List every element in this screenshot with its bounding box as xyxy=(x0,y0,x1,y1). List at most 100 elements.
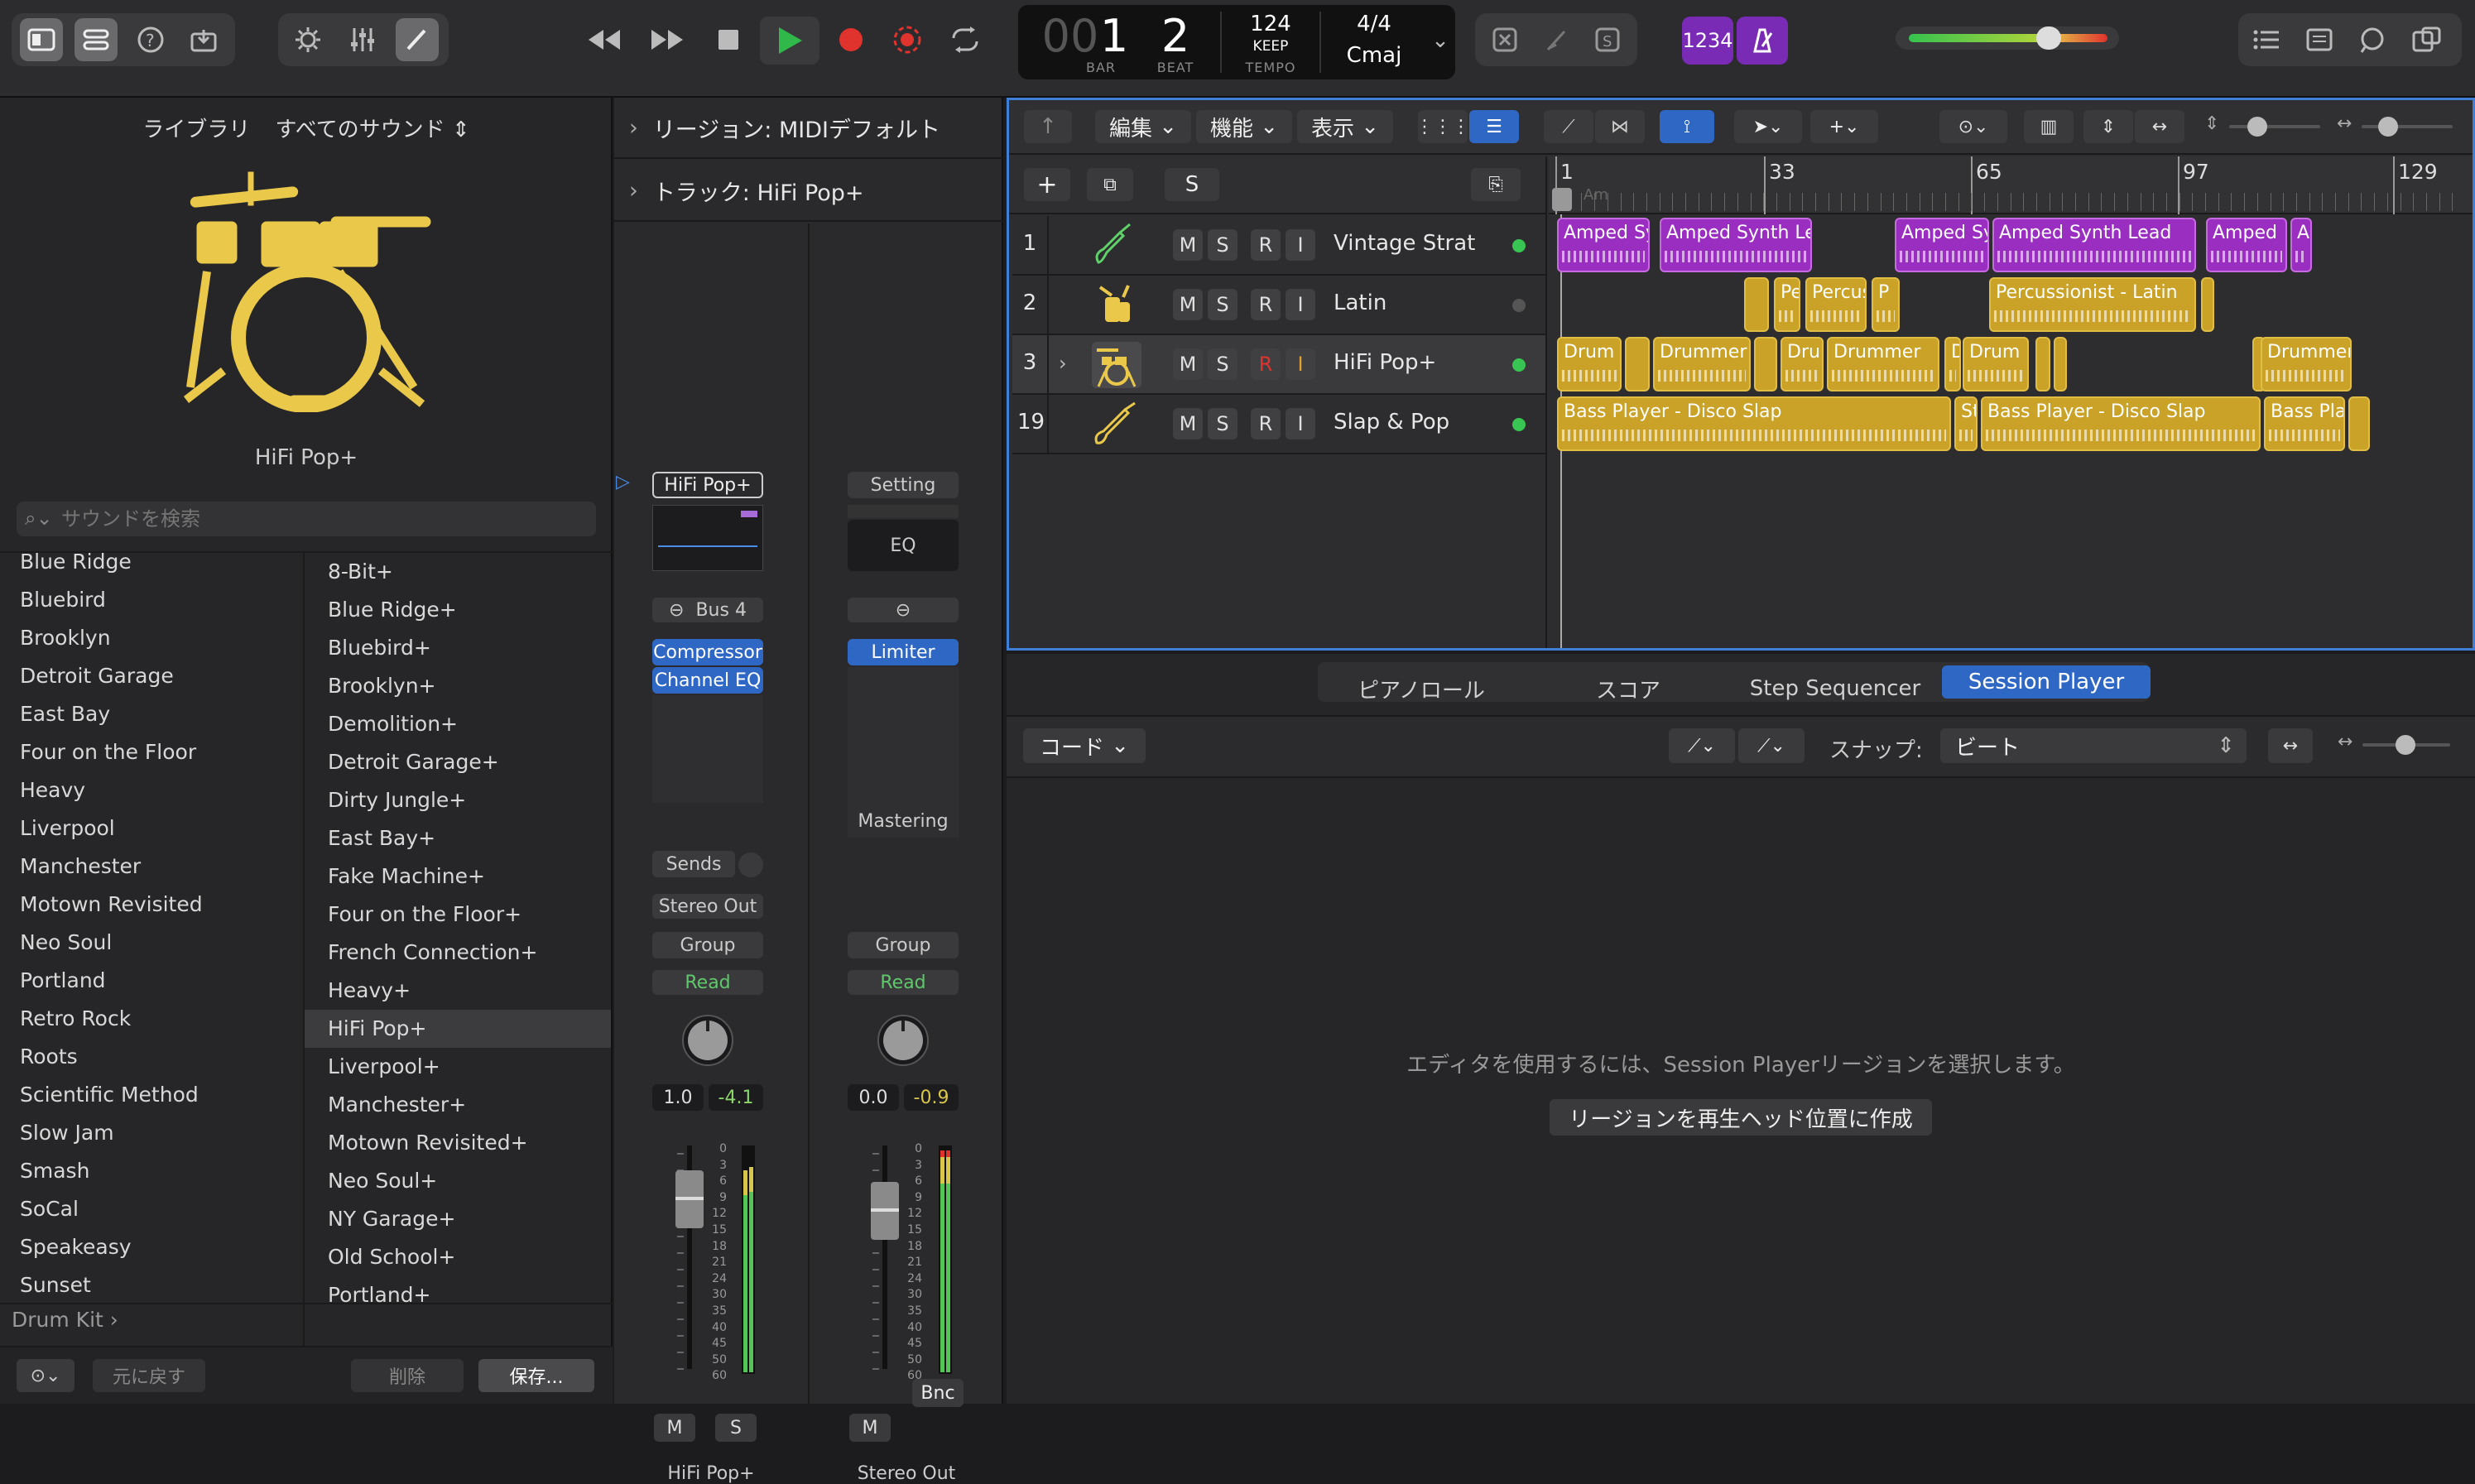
track-m-button[interactable]: M xyxy=(1173,289,1203,320)
strip2-bounce-button[interactable]: Bnc xyxy=(912,1379,964,1407)
region-unnamed[interactable] xyxy=(2035,337,2050,391)
track-name[interactable]: Vintage Strat xyxy=(1334,231,1475,256)
strip1-sends-button[interactable]: Sends xyxy=(652,851,735,877)
library-category-item[interactable]: Blue Ridge xyxy=(20,553,132,574)
library-patch-item[interactable]: Blue Ridge+ xyxy=(305,591,611,629)
strip1-plugin-slot-2[interactable]: Channel EQ xyxy=(652,667,763,694)
play-button[interactable] xyxy=(760,17,819,65)
library-patch-item[interactable]: French Connection+ xyxy=(305,934,611,972)
region[interactable]: Percussionist - Latin xyxy=(1989,277,2196,332)
inspector-toggle-icon[interactable] xyxy=(74,18,118,61)
fit-horizontal-icon[interactable]: ↔ xyxy=(2135,110,2184,143)
region[interactable]: Drum xyxy=(1963,337,2029,391)
strip2-pan-value[interactable]: 0.0 xyxy=(848,1084,899,1111)
library-patch-item[interactable]: Bluebird+ xyxy=(305,629,611,667)
strip1-empty-plugin-slots[interactable] xyxy=(652,695,763,803)
track-inspector-header[interactable]: › トラック: HiFi Pop+ xyxy=(614,161,1003,222)
drumkit-icon[interactable] xyxy=(1092,342,1141,388)
library-category-item[interactable]: Scientific Method xyxy=(20,1083,199,1107)
slider-knob[interactable] xyxy=(2247,117,2267,137)
region[interactable]: Amped Sy xyxy=(1895,218,1989,272)
library-category-item[interactable]: Sunset xyxy=(20,1273,91,1297)
library-category-item[interactable]: Portland xyxy=(20,968,106,992)
track-i-button[interactable]: I xyxy=(1286,289,1315,320)
region[interactable]: Drummer xyxy=(1653,337,1751,391)
region[interactable]: Drummer xyxy=(2261,337,2352,391)
delete-button[interactable]: 削除 xyxy=(351,1359,464,1392)
track-i-button[interactable]: I xyxy=(1286,348,1315,380)
bar-ruler[interactable]: 1 33 65 97 129 Am xyxy=(1549,156,2473,214)
track-i-button[interactable]: I xyxy=(1286,229,1315,261)
library-patch-item[interactable]: HiFi Pop+ xyxy=(305,1010,611,1048)
create-region-button[interactable]: リージョンを再生ヘッド位置に作成 xyxy=(1550,1099,1932,1136)
region-unnamed[interactable] xyxy=(2054,337,2067,391)
library-category-item[interactable]: Detroit Garage xyxy=(20,664,174,688)
library-patch-item[interactable]: Motown Revisited+ xyxy=(305,1124,611,1162)
region-unnamed[interactable] xyxy=(2348,396,2370,451)
library-footer-path[interactable]: Drum Kit › xyxy=(12,1308,118,1332)
editors-pencil-icon[interactable] xyxy=(396,18,439,61)
library-category-item[interactable]: Retro Rock xyxy=(20,1006,131,1030)
track-r-button[interactable]: R xyxy=(1251,348,1281,380)
library-category-item[interactable]: East Bay xyxy=(20,702,110,726)
stop-icon[interactable] xyxy=(705,18,752,61)
track-r-button[interactable]: R xyxy=(1251,289,1281,320)
region[interactable]: Amped Synth Lead xyxy=(1992,218,2196,272)
strip2-mastering-label[interactable]: Mastering xyxy=(848,811,959,832)
loop-browser-icon[interactable] xyxy=(2351,18,2394,61)
pencil-tool-icon[interactable]: ⟋⌄ xyxy=(1669,728,1735,763)
slider-knob[interactable] xyxy=(2396,735,2415,755)
strip1-solo-button[interactable]: S xyxy=(715,1414,757,1442)
save-button[interactable]: 保存... xyxy=(478,1359,594,1392)
fit-vertical-icon[interactable]: ⇕ xyxy=(2083,110,2133,143)
metronome-icon[interactable] xyxy=(1737,17,1788,65)
cycle-icon[interactable] xyxy=(942,18,988,61)
region-unnamed[interactable] xyxy=(1625,337,1650,391)
tuner-icon[interactable] xyxy=(1535,18,1578,61)
library-toggle-icon[interactable] xyxy=(20,18,63,61)
region[interactable]: Perc xyxy=(1774,277,1800,332)
region[interactable]: St xyxy=(1954,396,1978,451)
horizontal-zoom-slider[interactable]: ↔ xyxy=(2337,112,2461,142)
strip2-mute-button[interactable]: M xyxy=(849,1414,891,1442)
strip1-output-button[interactable]: Stereo Out xyxy=(652,894,763,919)
track-m-button[interactable]: M xyxy=(1173,408,1203,439)
rewind-icon[interactable] xyxy=(579,18,629,61)
library-scope-selector[interactable]: すべてのサウンド xyxy=(276,118,445,142)
region-unnamed[interactable] xyxy=(2201,277,2214,332)
strip2-automation-button[interactable]: Read xyxy=(848,970,959,995)
notepad-icon[interactable] xyxy=(2298,18,2341,61)
region[interactable]: Amped xyxy=(2206,218,2287,272)
region[interactable]: Amped Sy xyxy=(1557,218,1650,272)
action-menu-icon[interactable]: ⊙⌄ xyxy=(17,1359,74,1392)
library-patch-item[interactable]: Dirty Jungle+ xyxy=(305,781,611,819)
library-category-item[interactable]: Smash xyxy=(20,1159,89,1183)
library-patch-item[interactable]: Four on the Floor+ xyxy=(305,896,611,934)
send-knob[interactable] xyxy=(738,852,763,877)
list-editors-icon[interactable] xyxy=(2245,18,2288,61)
library-category-item[interactable]: Speakeasy xyxy=(20,1235,132,1259)
library-category-item[interactable]: Brooklyn xyxy=(20,626,111,650)
tab-step-sequencer[interactable]: Step Sequencer xyxy=(1732,670,1939,707)
waveform-zoom-icon[interactable]: ▥ xyxy=(2024,110,2074,143)
more-menu-icon[interactable]: ⊙⌄ xyxy=(1939,110,2007,143)
strip1-pan-value[interactable]: 1.0 xyxy=(652,1084,704,1111)
edit-menu[interactable]: 編集 ⌄ xyxy=(1095,110,1191,143)
smart-controls-icon[interactable] xyxy=(286,18,329,61)
strip1-eq-thumbnail[interactable] xyxy=(652,505,763,571)
library-category-item[interactable]: Neo Soul xyxy=(20,930,112,954)
up-arrow-icon[interactable]: ↑ xyxy=(1024,110,1072,143)
strip2-plugin-slot-1[interactable]: Limiter xyxy=(848,639,959,665)
library-category-item[interactable]: Motown Revisited xyxy=(20,892,203,916)
chord-menu[interactable]: コード ⌄ xyxy=(1023,728,1146,763)
library-category-item[interactable]: Roots xyxy=(20,1045,78,1069)
master-volume-slider[interactable] xyxy=(1896,26,2119,50)
secondary-pencil-icon[interactable]: ⟋⌄ xyxy=(1738,728,1805,763)
strip2-input-slot[interactable] xyxy=(848,505,959,518)
region[interactable]: P xyxy=(1872,277,1900,332)
region[interactable]: Percussio xyxy=(1805,277,1867,332)
library-patch-item[interactable]: Detroit Garage+ xyxy=(305,743,611,781)
browser-icon[interactable] xyxy=(2404,18,2450,61)
revert-button[interactable]: 元に戻す xyxy=(93,1359,205,1392)
track-r-button[interactable]: R xyxy=(1251,229,1281,261)
